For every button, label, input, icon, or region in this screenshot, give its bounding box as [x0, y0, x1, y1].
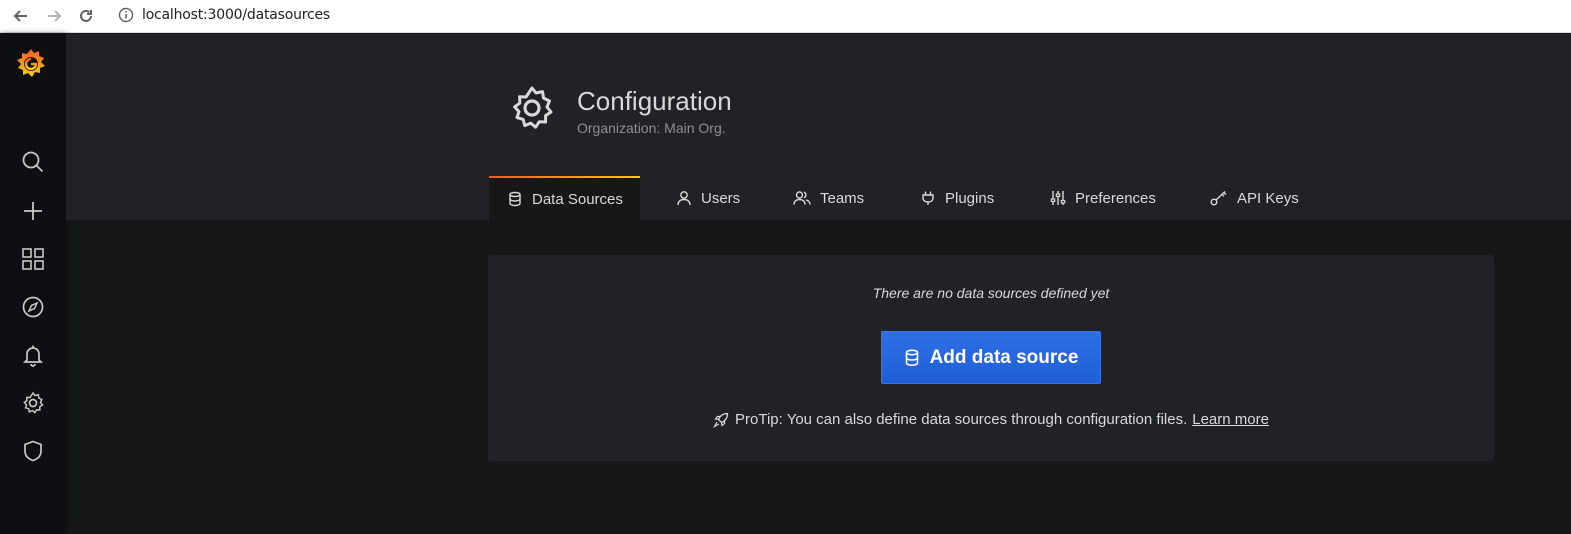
search-icon[interactable] — [21, 150, 45, 174]
address-bar[interactable]: localhost:3000/datasources — [108, 2, 1563, 28]
forward-button[interactable] — [43, 5, 65, 27]
empty-state-message: There are no data sources defined yet — [872, 285, 1110, 301]
rocket-icon — [713, 412, 729, 428]
plug-icon — [922, 191, 934, 205]
tab-label: Teams — [820, 189, 865, 207]
arrow-right-icon — [48, 10, 62, 22]
shield-icon[interactable] — [21, 439, 45, 463]
grafana-logo-icon[interactable] — [13, 46, 49, 82]
user-icon — [677, 191, 691, 206]
sliders-icon — [1050, 191, 1066, 205]
browser-toolbar: localhost:3000/datasources — [0, 0, 1571, 33]
tab-users[interactable]: Users — [676, 176, 740, 220]
protip-text: ProTip: You can also define data sources… — [735, 411, 1188, 428]
empty-state-card: There are no data sources defined yet Ad… — [488, 255, 1494, 461]
plus-icon[interactable] — [21, 199, 45, 223]
tab-label: Preferences — [1075, 189, 1156, 207]
dashboards-grid-icon[interactable] — [21, 247, 45, 271]
sidebar — [0, 34, 66, 534]
add-data-source-button[interactable]: Add data source — [881, 331, 1101, 384]
learn-more-link[interactable]: Learn more — [1192, 411, 1269, 428]
compass-icon[interactable] — [21, 295, 45, 319]
tab-preferences[interactable]: Preferences — [1050, 176, 1156, 220]
url-text: localhost:3000/datasources — [142, 7, 331, 23]
database-icon — [509, 191, 521, 207]
key-icon — [1210, 190, 1227, 206]
tab-label: API Keys — [1237, 189, 1299, 207]
page-subtitle: Organization: Main Org. — [577, 120, 726, 136]
tab-label: Users — [701, 189, 741, 207]
users-icon — [793, 191, 811, 205]
info-icon — [118, 7, 134, 23]
database-icon — [905, 348, 918, 366]
tab-api-keys[interactable]: API Keys — [1210, 176, 1299, 220]
tab-label: Plugins — [945, 189, 995, 207]
arrow-left-icon — [13, 10, 27, 22]
reload-icon — [80, 9, 92, 22]
reload-button[interactable] — [75, 5, 97, 27]
bell-icon[interactable] — [21, 343, 45, 367]
protip: ProTip: You can also define data sources… — [488, 411, 1494, 428]
back-button[interactable] — [10, 5, 32, 27]
configuration-gear-icon — [508, 84, 556, 132]
page-title: Configuration — [577, 86, 732, 116]
tab-plugins[interactable]: Plugins — [920, 176, 994, 220]
gear-icon[interactable] — [21, 391, 45, 415]
tab-data-sources[interactable]: Data Sources — [489, 176, 640, 220]
tab-label: Data Sources — [532, 190, 623, 208]
button-label: Add data source — [929, 346, 1079, 368]
tab-teams[interactable]: Teams — [793, 176, 864, 220]
